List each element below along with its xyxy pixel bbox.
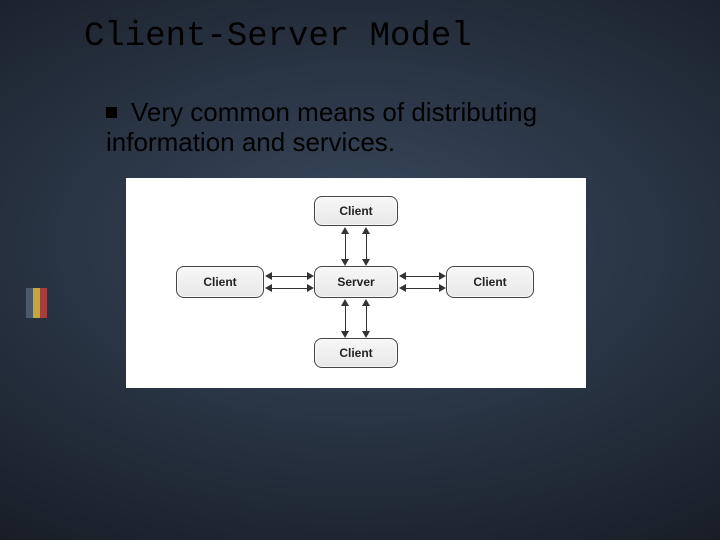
node-client-bottom: Client — [314, 338, 398, 368]
slide-title: Client-Server Model — [84, 18, 472, 56]
bullet-square-icon — [106, 107, 117, 118]
arrow-right-icon — [439, 272, 446, 280]
arrow-up-icon — [362, 299, 370, 306]
arrow-shaft — [345, 233, 346, 259]
arrow-shaft — [345, 305, 346, 331]
arrow-up-icon — [341, 227, 349, 234]
arrow-right-icon — [307, 272, 314, 280]
arrow-shaft — [366, 233, 367, 259]
arrow-right-icon — [307, 284, 314, 292]
accent-bar-1 — [26, 288, 33, 318]
arrow-shaft — [271, 288, 307, 289]
arrow-shaft — [366, 305, 367, 331]
arrow-down-icon — [341, 259, 349, 266]
bullet-text: Very common means of distributing inform… — [106, 97, 537, 157]
arrow-right-icon — [439, 284, 446, 292]
arrow-left-icon — [399, 284, 406, 292]
arrow-up-icon — [341, 299, 349, 306]
node-client-right: Client — [446, 266, 534, 298]
accent-bar-2 — [33, 288, 40, 318]
node-server: Server — [314, 266, 398, 298]
accent-bars — [26, 288, 47, 318]
arrow-down-icon — [341, 331, 349, 338]
arrow-left-icon — [265, 272, 272, 280]
arrow-down-icon — [362, 259, 370, 266]
node-client-left: Client — [176, 266, 264, 298]
accent-bar-3 — [40, 288, 47, 318]
node-client-top: Client — [314, 196, 398, 226]
arrow-shaft — [405, 276, 439, 277]
arrow-shaft — [271, 276, 307, 277]
slide: Client-Server Model Very common means of… — [0, 0, 720, 540]
arrow-up-icon — [362, 227, 370, 234]
arrow-left-icon — [399, 272, 406, 280]
arrow-left-icon — [265, 284, 272, 292]
body-bullet: Very common means of distributing inform… — [106, 98, 660, 158]
diagram: Server Client Client Client Client — [126, 178, 586, 388]
arrow-shaft — [405, 288, 439, 289]
arrow-down-icon — [362, 331, 370, 338]
